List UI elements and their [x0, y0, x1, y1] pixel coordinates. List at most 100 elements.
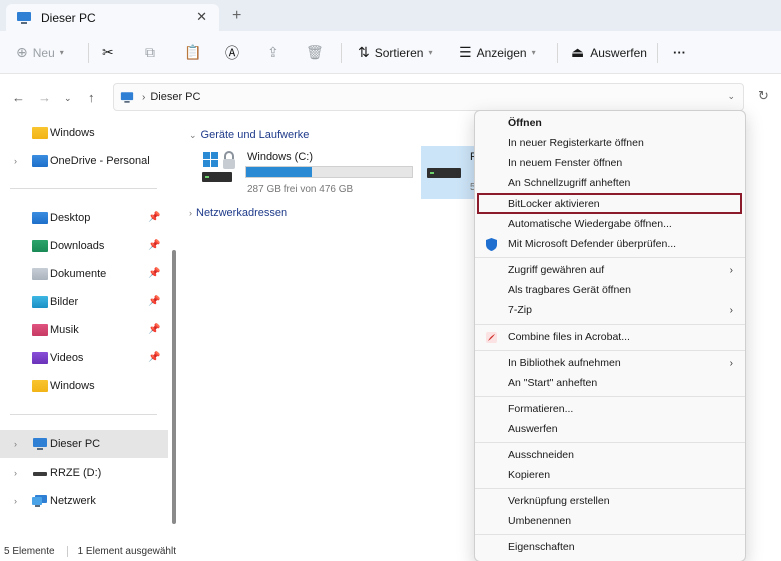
menu-item-acrobat-combine[interactable]: Combine files in Acrobat...	[475, 327, 745, 347]
submenu-arrow-icon: ›	[729, 264, 733, 276]
windows-drive-icon	[202, 151, 235, 182]
network-icon	[32, 494, 47, 507]
sidebar-item-this-pc[interactable]: › Dieser PC	[0, 430, 168, 458]
menu-item-label: Mit Microsoft Defender überprüfen...	[508, 238, 677, 250]
refresh-icon[interactable]: ↻	[758, 88, 769, 104]
sidebar-item-label: Dokumente	[50, 267, 107, 280]
sidebar-item-windows[interactable]: Windows	[0, 373, 168, 398]
sidebar-item-videos[interactable]: Videos 📌	[0, 345, 168, 370]
sidebar-item-label: Desktop	[50, 211, 91, 224]
menu-item-label: Als tragbares Gerät öffnen	[508, 284, 631, 296]
pin-icon[interactable]: 📌	[148, 296, 160, 307]
sidebar-item-pictures[interactable]: Bilder 📌	[0, 289, 168, 314]
pin-icon[interactable]: 📌	[148, 212, 160, 223]
sidebar-item-label: Musik	[50, 323, 79, 336]
menu-item-7zip[interactable]: 7-Zip ›	[475, 300, 745, 320]
sidebar-item-music[interactable]: Musik 📌	[0, 317, 168, 342]
menu-item-autoplay[interactable]: Automatische Wiedergabe öffnen...	[475, 214, 745, 234]
menu-item-pin-start[interactable]: An "Start" anheften	[475, 373, 745, 393]
view-button[interactable]: ☰ Anzeigen ▾	[459, 31, 536, 74]
menu-item-rename[interactable]: Umbenennen	[475, 511, 745, 531]
recent-locations-chevron-icon[interactable]: ⌄	[64, 93, 72, 104]
menu-item-give-access[interactable]: Zugriff gewähren auf ›	[475, 260, 745, 280]
menu-divider	[475, 396, 745, 397]
sidebar-item-documents[interactable]: Dokumente 📌	[0, 261, 168, 286]
breadcrumb-dieser-pc[interactable]: Dieser PC	[150, 91, 200, 103]
close-tab-icon[interactable]: ✕	[196, 9, 207, 25]
menu-item-properties[interactable]: Eigenschaften	[475, 537, 745, 557]
menu-item-eject[interactable]: Auswerfen	[475, 419, 745, 439]
sort-button[interactable]: ⇅ Sortieren ▾	[358, 31, 432, 74]
menu-item-open-new-tab[interactable]: In neuer Registerkarte öffnen	[475, 133, 745, 153]
menu-item-bitlocker[interactable]: BitLocker aktivieren	[477, 193, 742, 214]
pictures-icon	[32, 295, 48, 308]
up-arrow-icon[interactable]: ↑	[88, 90, 95, 105]
sidebar-item-network[interactable]: › Netzwerk	[0, 488, 168, 513]
group-header-devices[interactable]: ⌄ Geräte und Laufwerke	[189, 129, 309, 141]
group-network-label: Netzwerkadressen	[196, 207, 288, 219]
group-header-network[interactable]: › Netzwerkadressen	[189, 207, 287, 219]
share-icon: ⇪	[267, 44, 279, 60]
menu-item-label: Öffnen	[508, 117, 542, 129]
computer-icon	[33, 438, 47, 450]
desktop-icon	[32, 211, 48, 224]
menu-divider	[475, 442, 745, 443]
menu-item-cut[interactable]: Ausschneiden	[475, 445, 745, 465]
delete-button[interactable]: 🗑	[306, 31, 324, 74]
sidebar-scrollbar[interactable]	[172, 250, 176, 524]
sidebar-item-windows-top[interactable]: Windows	[0, 120, 168, 145]
menu-item-include-library[interactable]: In Bibliothek aufnehmen ›	[475, 353, 745, 373]
menu-item-defender-scan[interactable]: Mit Microsoft Defender überprüfen...	[475, 234, 745, 254]
expand-chevron-icon[interactable]: ›	[14, 439, 17, 449]
pin-icon[interactable]: 📌	[148, 324, 160, 335]
forward-arrow-icon[interactable]: →	[38, 90, 51, 105]
back-arrow-icon[interactable]: ←	[12, 90, 25, 105]
address-bar[interactable]: › Dieser PC ⌄	[113, 83, 744, 111]
pin-icon[interactable]: 📌	[148, 268, 160, 279]
menu-item-copy[interactable]: Kopieren	[475, 465, 745, 485]
menu-item-open[interactable]: Öffnen	[475, 113, 745, 133]
sidebar-item-onedrive[interactable]: › OneDrive - Personal	[0, 148, 168, 173]
share-button[interactable]: ⇪	[267, 31, 279, 74]
pin-icon[interactable]: 📌	[148, 240, 160, 251]
context-menu: Öffnen In neuer Registerkarte öffnen In …	[474, 110, 746, 561]
tab-title: Dieser PC	[41, 10, 96, 25]
menu-divider	[475, 488, 745, 489]
menu-item-format[interactable]: Formatieren...	[475, 399, 745, 419]
rename-button[interactable]: Ⓐ	[225, 31, 239, 74]
menu-item-label: 7-Zip	[508, 304, 532, 316]
menu-item-open-portable[interactable]: Als tragbares Gerät öffnen	[475, 280, 745, 300]
new-button[interactable]: ⊕ Neu ▾	[16, 31, 64, 74]
toolbar-divider	[341, 43, 342, 63]
acrobat-icon	[486, 331, 497, 343]
new-tab-button[interactable]: +	[232, 7, 241, 25]
selection-count: 1 Element ausgewählt	[66, 545, 176, 557]
paste-button[interactable]: 📋	[184, 31, 201, 74]
sort-arrows-icon: ⇅	[358, 44, 370, 60]
address-dropdown-icon[interactable]: ⌄	[727, 91, 735, 102]
sidebar-item-label: Bilder	[50, 295, 79, 308]
copy-button[interactable]: ⧉	[145, 31, 155, 74]
folder-icon	[32, 126, 48, 139]
cut-button[interactable]: ✂	[102, 31, 114, 74]
more-options-button[interactable]: ···	[673, 31, 686, 74]
sidebar-item-rrze-drive[interactable]: › RRZE (D:)	[0, 460, 168, 485]
chevron-down-icon: ▾	[428, 48, 433, 57]
expand-chevron-icon[interactable]: ›	[14, 496, 17, 506]
tab-dieser-pc[interactable]: Dieser PC ✕	[6, 4, 219, 31]
chevron-down-icon: ▾	[531, 48, 536, 57]
menu-item-label: BitLocker aktivieren	[508, 197, 600, 210]
menu-item-open-new-window[interactable]: In neuem Fenster öffnen	[475, 153, 745, 173]
menu-item-pin-quick-access[interactable]: An Schnellzugriff anheften	[475, 173, 745, 193]
eject-button[interactable]: ⏏ Auswerfen	[571, 31, 647, 74]
pin-icon[interactable]: 📌	[148, 352, 160, 363]
menu-item-create-shortcut[interactable]: Verknüpfung erstellen	[475, 491, 745, 511]
expand-chevron-icon[interactable]: ›	[14, 156, 17, 166]
sidebar-item-downloads[interactable]: Downloads 📌	[0, 233, 168, 258]
view-list-icon: ☰	[459, 44, 472, 60]
sidebar-item-label: Videos	[50, 351, 84, 364]
drive-tile-d-selected[interactable]: R 5	[421, 146, 478, 199]
sidebar-item-desktop[interactable]: Desktop 📌	[0, 205, 168, 230]
expand-chevron-icon[interactable]: ›	[14, 468, 17, 478]
drive-tile-c[interactable]: Windows (C:) 287 GB frei von 476 GB	[199, 148, 419, 198]
